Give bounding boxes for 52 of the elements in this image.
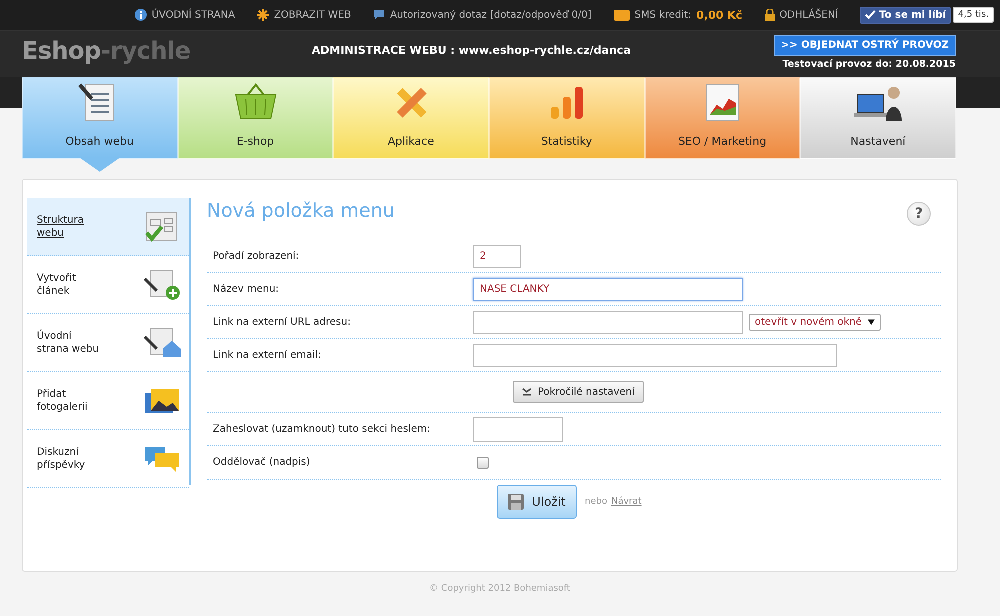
sms-credit-value: 0,00 Kč (696, 8, 743, 22)
sidebar-item[interactable]: Úvodní strana webu (27, 314, 189, 372)
window-select[interactable]: otevřít v novém okně (749, 314, 881, 330)
info-icon (134, 9, 147, 21)
document-house-icon (143, 326, 181, 358)
or-text: nebo (585, 497, 608, 507)
nav-tab[interactable]: Nastavení (800, 77, 956, 159)
sidebar-item[interactable]: Vytvořit článek (27, 256, 189, 314)
copyright-text: © Copyright 2012 Bohemiasoft (428, 584, 572, 594)
field-label: Název menu: (212, 284, 280, 294)
save-button[interactable]: Uložit (497, 485, 577, 519)
logo: Eshop-rychle (22, 36, 192, 65)
form-title: Nová položka menu (207, 200, 395, 222)
nav-tab[interactable]: Aplikace (333, 77, 490, 159)
trial-text: Testovací provoz do: 20.08.2015 (782, 59, 956, 70)
speech-bubble-icon (373, 9, 386, 21)
input-field[interactable]: 2 (473, 244, 521, 268)
lock-icon (764, 9, 775, 21)
field-label: Zaheslovat (uzamknout) tuto sekci heslem: (212, 424, 432, 434)
dropdown-arrow-icon (868, 318, 875, 326)
sidebar-item[interactable]: Diskuzní příspěvky (27, 430, 189, 488)
top-link[interactable]: Autorizovaný dotaz [dotaz/odpověď 0/0] (373, 9, 592, 21)
field-label: Pořadí zobrazení: (212, 250, 300, 262)
sidebar-item[interactable]: Struktura webu (27, 198, 189, 256)
like-count: 4,5 tis. (953, 7, 994, 23)
input-field[interactable]: NAŠE ČLÁNKY (473, 278, 743, 300)
sms-credit-label: SMS kredit: (634, 10, 692, 20)
top-link[interactable]: ZOBRAZIT WEB (257, 9, 352, 21)
nav-tab[interactable]: E-shop (178, 77, 334, 159)
back-link[interactable]: Návrat (611, 497, 642, 507)
check-icon (865, 10, 876, 20)
asterisk-icon (257, 9, 270, 21)
input-field[interactable] (473, 310, 743, 334)
help-button[interactable]: ? (907, 202, 931, 226)
document-plus-icon (143, 268, 181, 300)
field-label: Link na externí URL adresu: (212, 316, 352, 328)
field-label: Oddělovač (nadpis) (212, 457, 312, 468)
top-link[interactable]: ÚVODNÍ STRANA (134, 9, 236, 21)
sms-icon (614, 10, 630, 20)
chevron-down-icon (522, 388, 532, 396)
checkbox[interactable] (477, 456, 489, 468)
advanced-settings-button[interactable]: Pokročilé nastavení (513, 381, 644, 403)
field-label: Link na externí email: (212, 350, 322, 360)
nav-tab[interactable]: SEO / Marketing (644, 77, 800, 159)
input-field[interactable] (473, 416, 563, 442)
order-button[interactable]: >> OBJEDNAT OSTRÝ PROVOZ (774, 35, 956, 56)
input-field[interactable] (473, 344, 837, 366)
sidebar-item[interactable]: Přidat fotogalerii (27, 372, 189, 430)
logout-link[interactable]: ODHLÁŠENÍ (764, 9, 838, 21)
like-button[interactable]: To se mi líbí (860, 6, 952, 24)
nav-tab[interactable]: Statistiky (489, 77, 645, 159)
admin-title: ADMINISTRACE WEBU : www.eshop-rychle.cz/danca (312, 43, 632, 57)
